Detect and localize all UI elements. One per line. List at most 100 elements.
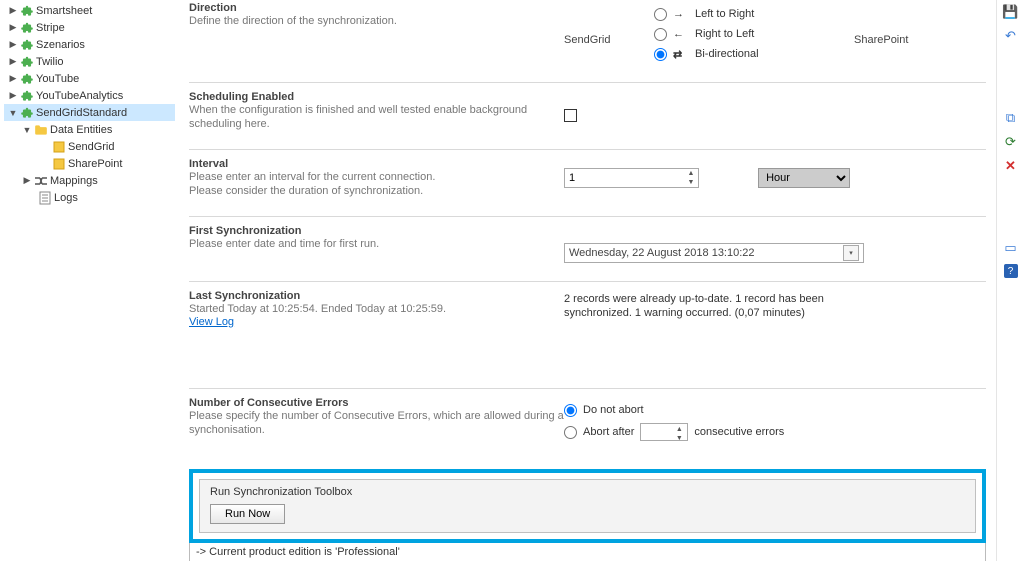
abort-count-input[interactable]: ▲▼ xyxy=(640,423,688,441)
radio-rtl[interactable]: ← Right to Left xyxy=(654,24,814,44)
tree-item[interactable]: ▶ Stripe xyxy=(4,19,175,36)
chevron-up-icon[interactable]: ▲ xyxy=(672,425,686,434)
section-desc: When the configuration is finished and w… xyxy=(189,103,564,131)
tree-item-logs[interactable]: Logs xyxy=(4,189,175,206)
tree-label: YouTubeAnalytics xyxy=(36,90,123,102)
log-line: -> Current product edition is 'Professio… xyxy=(196,545,979,559)
puzzle-icon xyxy=(20,21,34,35)
section-desc: Define the direction of the synchronizat… xyxy=(189,14,564,28)
refresh-icon[interactable]: ⟳ xyxy=(1003,134,1019,150)
date-value: Wednesday, 22 August 2018 13:10:22 xyxy=(569,247,755,259)
section-desc: Please enter an interval for the current… xyxy=(189,170,564,184)
tree-item-selected[interactable]: ▼ SendGridStandard xyxy=(4,104,175,121)
copy-icon[interactable]: ⧉ xyxy=(1003,110,1019,126)
section-last-sync: Last Synchronization Started Today at 10… xyxy=(189,281,986,388)
entity-icon xyxy=(52,157,66,171)
tree-item-entity[interactable]: SendGrid xyxy=(4,138,175,155)
folder-icon xyxy=(34,123,48,137)
direction-left-label: SendGrid xyxy=(564,4,654,46)
arrow-left-icon: ← xyxy=(673,28,691,40)
chevron-right-icon[interactable]: ▶ xyxy=(8,22,18,33)
puzzle-icon xyxy=(20,55,34,69)
window-icon[interactable]: ▭ xyxy=(1003,240,1019,256)
chevron-right-icon[interactable]: ▶ xyxy=(8,56,18,67)
log-output: -> Current product edition is 'Professio… xyxy=(189,543,986,561)
puzzle-icon xyxy=(20,89,34,103)
spinner-buttons[interactable]: ▲▼ xyxy=(684,169,698,187)
tree-label: Data Entities xyxy=(50,124,112,136)
tree-label: Mappings xyxy=(50,175,98,187)
last-sync-result: 2 records were already up-to-date. 1 rec… xyxy=(564,292,874,320)
tree-label: Twilio xyxy=(36,56,64,68)
radio-label: Abort after xyxy=(583,426,634,438)
section-desc: Please specify the number of Consecutive… xyxy=(189,409,564,437)
tree-item[interactable]: ▶Smartsheet xyxy=(4,2,175,19)
tree-label: YouTube xyxy=(36,73,79,85)
section-title: Interval xyxy=(189,158,564,170)
first-sync-datepicker[interactable]: Wednesday, 22 August 2018 13:10:22 ▾ xyxy=(564,243,864,263)
tree-item[interactable]: ▶ YouTube xyxy=(4,70,175,87)
tree-item-entity[interactable]: SharePoint xyxy=(4,155,175,172)
section-title: Last Synchronization xyxy=(189,290,564,302)
puzzle-icon xyxy=(20,72,34,86)
radio-bi[interactable]: ⇄ Bi-directional xyxy=(654,44,814,64)
section-interval: Interval Please enter an interval for th… xyxy=(189,149,986,216)
radio-label: Do not abort xyxy=(583,404,644,416)
radio-no-abort[interactable]: Do not abort xyxy=(564,399,986,421)
chevron-down-icon[interactable]: ▼ xyxy=(684,178,698,187)
calendar-dropdown-icon[interactable]: ▾ xyxy=(843,245,859,261)
tree-label: Logs xyxy=(54,192,78,204)
chevron-right-icon[interactable]: ▶ xyxy=(8,39,18,50)
tree-label: SharePoint xyxy=(68,158,122,170)
section-scheduling: Scheduling Enabled When the configuratio… xyxy=(189,82,986,149)
right-toolbar: 💾 ↶ ⧉ ⟳ ✕ ▭ ? xyxy=(996,0,1024,561)
tree-label: Szenarios xyxy=(36,39,85,51)
delete-icon[interactable]: ✕ xyxy=(1003,158,1019,174)
section-first-sync: First Synchronization Please enter date … xyxy=(189,216,986,281)
tree-item[interactable]: ▶ Twilio xyxy=(4,53,175,70)
chevron-right-icon[interactable]: ▶ xyxy=(8,5,18,16)
tree-label: Stripe xyxy=(36,22,65,34)
entity-icon xyxy=(52,140,66,154)
chevron-right-icon[interactable]: ▶ xyxy=(8,90,18,101)
help-icon[interactable]: ? xyxy=(1004,264,1018,278)
tree-label: SendGridStandard xyxy=(36,107,127,119)
interval-input[interactable] xyxy=(564,168,699,188)
chevron-down-icon[interactable]: ▼ xyxy=(8,108,18,118)
tree-label: SendGrid xyxy=(68,141,114,153)
view-log-link[interactable]: View Log xyxy=(189,316,234,328)
radio-label: Bi-directional xyxy=(695,48,759,60)
toolbox-highlight: Run Synchronization Toolbox Run Now xyxy=(189,469,986,543)
puzzle-icon xyxy=(20,38,34,52)
tree-item-mappings[interactable]: ▶ Mappings xyxy=(4,172,175,189)
radio-abort-after[interactable]: Abort after xyxy=(564,426,634,439)
chevron-right-icon[interactable]: ▶ xyxy=(22,175,32,186)
section-desc: Started Today at 10:25:54. Ended Today a… xyxy=(189,302,564,316)
chevron-up-icon[interactable]: ▲ xyxy=(684,169,698,178)
run-now-button[interactable]: Run Now xyxy=(210,504,285,524)
section-title: Direction xyxy=(189,2,564,14)
section-title: Number of Consecutive Errors xyxy=(189,397,564,409)
save-icon[interactable]: 💾 xyxy=(1003,4,1019,20)
arrows-bi-icon: ⇄ xyxy=(673,48,691,61)
radio-ltr[interactable]: →Left to Right xyxy=(654,4,814,24)
chevron-down-icon[interactable]: ▼ xyxy=(22,125,32,135)
section-desc: Please consider the duration of synchron… xyxy=(189,184,564,198)
section-title: First Synchronization xyxy=(189,225,564,237)
tree-item[interactable]: ▶ Szenarios xyxy=(4,36,175,53)
chevron-right-icon[interactable]: ▶ xyxy=(8,73,18,84)
interval-unit-select[interactable]: Hour xyxy=(758,168,850,188)
arrow-right-icon: → xyxy=(673,8,691,20)
puzzle-icon xyxy=(20,106,34,120)
connector-tree: ▶Smartsheet ▶ Stripe ▶ Szenarios ▶ Twilio ▶… xyxy=(0,0,175,561)
section-title: Scheduling Enabled xyxy=(189,91,564,103)
chevron-down-icon[interactable]: ▼ xyxy=(672,434,686,443)
abort-suffix: consecutive errors xyxy=(694,426,784,438)
radio-label: Right to Left xyxy=(695,28,754,40)
undo-icon[interactable]: ↶ xyxy=(1003,28,1019,44)
tree-item[interactable]: ▶ YouTubeAnalytics xyxy=(4,87,175,104)
scheduling-checkbox[interactable] xyxy=(564,109,577,122)
section-errors: Number of Consecutive Errors Please spec… xyxy=(189,388,986,461)
mappings-icon xyxy=(34,174,48,188)
tree-item-data-entities[interactable]: ▼ Data Entities xyxy=(4,121,175,138)
